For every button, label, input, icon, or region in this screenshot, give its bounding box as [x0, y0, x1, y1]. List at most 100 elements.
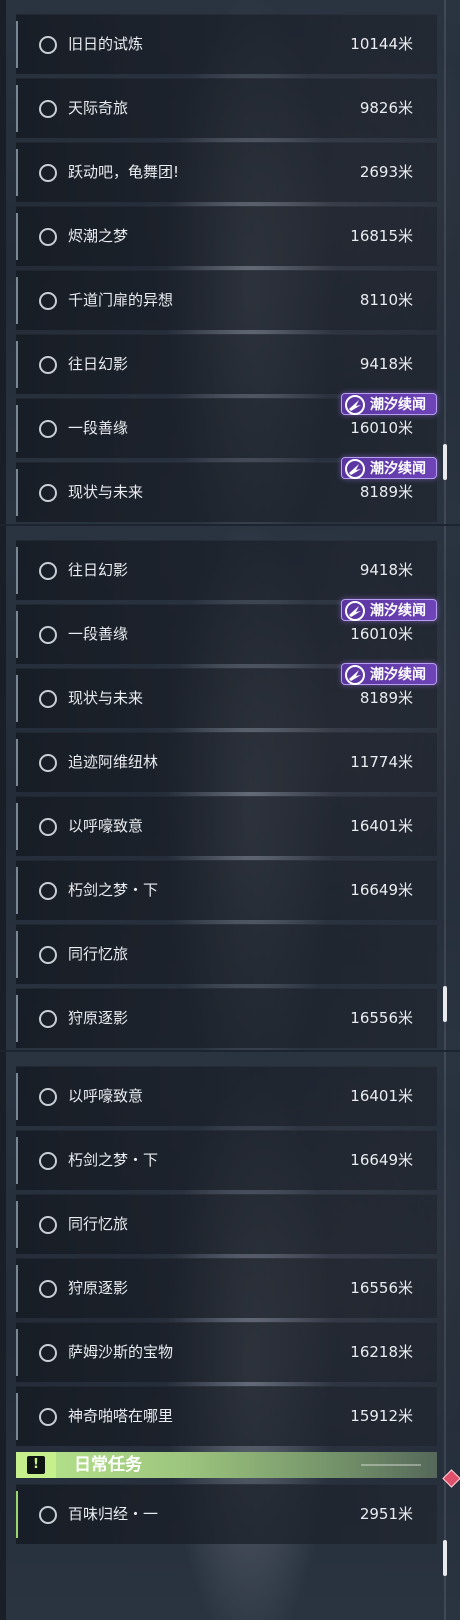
quest-row[interactable]: 一段善缘 16010米 潮汐续闻: [16, 393, 437, 458]
row-accent-bar: [16, 931, 18, 978]
quest-name: 天际奇旅: [68, 99, 129, 117]
scrollbar-track[interactable]: [443, 526, 447, 1050]
quest-distance: 10144米: [350, 35, 413, 53]
circle-outline-icon: [39, 626, 57, 644]
badge-label: 潮汐续闻: [370, 603, 426, 619]
row-accent-bar: [16, 405, 18, 452]
row-accent-bar: [16, 85, 18, 132]
quest-row[interactable]: 朽剑之梦・下 16649米: [16, 860, 437, 920]
scrollbar-thumb[interactable]: [443, 444, 447, 480]
scrollbar-track[interactable]: [443, 0, 447, 524]
circle-outline-icon: [39, 1152, 57, 1170]
quest-row[interactable]: 千道门扉的异想 8110米: [16, 270, 437, 330]
circle-outline-icon: [39, 946, 57, 964]
quest-row[interactable]: 往日幻影 9418米: [16, 540, 437, 600]
quest-distance: 2693米: [359, 163, 413, 181]
quest-distance: 8189米: [359, 689, 413, 707]
quest-row[interactable]: 旧日的试炼 10144米: [16, 14, 437, 74]
quest-name: 烬潮之梦: [68, 227, 129, 245]
circle-outline-icon: [39, 1408, 57, 1426]
tide-sparkle-icon: [344, 458, 366, 480]
quest-row[interactable]: 同行忆旅: [16, 1194, 437, 1254]
quest-distance: 16010米: [350, 625, 413, 643]
quest-name: 一段善缘: [68, 625, 129, 643]
quest-row[interactable]: 跃动吧，龟舞团! 2693米: [16, 142, 437, 202]
quest-row[interactable]: 百味归经・一 2951米: [16, 1484, 437, 1544]
quest-row[interactable]: 追迹阿维纽林 11774米: [16, 732, 437, 792]
quest-row[interactable]: 以呼嚎致意 16401米: [16, 1066, 437, 1126]
row-accent-bar: [16, 469, 18, 516]
quest-distance: 9418米: [359, 561, 413, 579]
quest-name: 以呼嚎致意: [68, 1087, 144, 1105]
quest-name: 往日幻影: [68, 355, 129, 373]
circle-outline-icon: [39, 1088, 57, 1106]
quest-name: 旧日的试炼: [68, 35, 144, 53]
circle-outline-icon: [39, 1216, 57, 1234]
quest-distance: 11774米: [350, 753, 413, 771]
row-accent-bar: [16, 739, 18, 786]
row-accent-bar: [16, 547, 18, 594]
quest-row[interactable]: 烬潮之梦 16815米: [16, 206, 437, 266]
tide-story-badge: 潮汐续闻: [341, 599, 437, 621]
quest-name: 现状与未来: [68, 483, 144, 501]
circle-outline-icon: [39, 356, 57, 374]
tide-story-badge: 潮汐续闻: [341, 663, 437, 685]
quest-distance: 16649米: [350, 881, 413, 899]
quest-row[interactable]: 以呼嚎致意 16401米: [16, 796, 437, 856]
row-accent-bar: [16, 1265, 18, 1312]
quest-row[interactable]: 往日幻影 9418米: [16, 334, 437, 394]
quest-row[interactable]: 现状与未来 8189米 潮汐续闻: [16, 457, 437, 522]
exclamation-icon: !: [16, 1452, 56, 1478]
quest-row[interactable]: 现状与未来 8189米 潮汐续闻: [16, 663, 437, 728]
quest-name: 以呼嚎致意: [68, 817, 144, 835]
daily-quests-header[interactable]: ! 日常任务: [16, 1452, 437, 1478]
circle-outline-icon: [39, 562, 57, 580]
quest-row[interactable]: 狩原逐影 16556米: [16, 988, 437, 1048]
circle-outline-icon: [39, 292, 57, 310]
circle-outline-icon: [39, 36, 57, 54]
row-accent-bar: [16, 803, 18, 850]
section-title: 日常任务: [74, 1455, 142, 1475]
quest-name: 狩原逐影: [68, 1009, 129, 1027]
tide-sparkle-icon: [344, 394, 366, 416]
row-accent-bar: [16, 1073, 18, 1120]
quest-row[interactable]: 天际奇旅 9826米: [16, 78, 437, 138]
quest-row[interactable]: 同行忆旅: [16, 924, 437, 984]
quest-name: 百味归经・一: [68, 1505, 159, 1523]
quest-name: 一段善缘: [68, 419, 129, 437]
row-accent-bar: [16, 1491, 18, 1538]
quest-row[interactable]: 狩原逐影 16556米: [16, 1258, 437, 1318]
scrollbar-track[interactable]: [443, 1052, 447, 1620]
quest-name: 同行忆旅: [68, 1215, 129, 1233]
tide-story-badge: 潮汐续闻: [341, 393, 437, 415]
row-accent-bar: [16, 611, 18, 658]
quest-distance: 16649米: [350, 1151, 413, 1169]
quest-distance: 8110米: [359, 291, 413, 309]
quest-distance: 9826米: [359, 99, 413, 117]
scrollbar-thumb[interactable]: [443, 1540, 447, 1576]
quest-name: 跃动吧，龟舞团!: [68, 163, 180, 181]
quest-row[interactable]: 一段善缘 16010米 潮汐续闻: [16, 599, 437, 664]
row-accent-bar: [16, 1393, 18, 1440]
tide-sparkle-icon: [344, 600, 366, 622]
circle-outline-icon: [39, 100, 57, 118]
row-accent-bar: [16, 1329, 18, 1376]
quest-distance: 15912米: [350, 1407, 413, 1425]
quest-row[interactable]: 萨姆沙斯的宝物 16218米: [16, 1322, 437, 1382]
quest-name: 现状与未来: [68, 689, 144, 707]
badge-label: 潮汐续闻: [370, 667, 426, 683]
circle-outline-icon: [39, 882, 57, 900]
row-accent-bar: [16, 1137, 18, 1184]
quest-distance: 2951米: [359, 1505, 413, 1523]
circle-outline-icon: [39, 484, 57, 502]
tide-story-badge: 潮汐续闻: [341, 457, 437, 479]
quest-name: 朽剑之梦・下: [68, 1151, 159, 1169]
quest-row[interactable]: 神奇啪嗒在哪里 15912米: [16, 1386, 437, 1446]
circle-outline-icon: [39, 1506, 57, 1524]
scrollbar-thumb[interactable]: [443, 986, 447, 1022]
row-accent-bar: [16, 149, 18, 196]
quest-row[interactable]: 朽剑之梦・下 16649米: [16, 1130, 437, 1190]
quest-distance: 16556米: [350, 1279, 413, 1297]
quest-list-panel: 以呼嚎致意 16401米朽剑之梦・下 16649米同行忆旅狩原逐影 16556米 萨姆沙…: [0, 1052, 460, 1620]
quest-name: 追迹阿维纽林: [68, 753, 159, 771]
